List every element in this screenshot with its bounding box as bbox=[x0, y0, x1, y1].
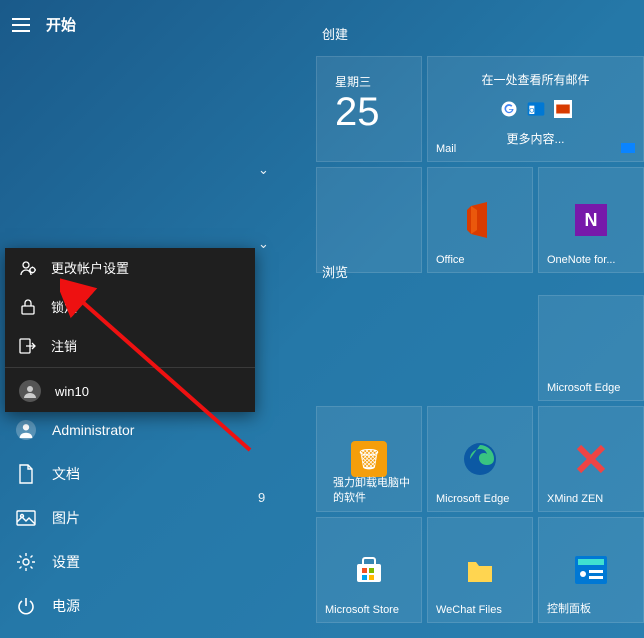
onenote-icon: N bbox=[575, 204, 607, 236]
tile-wechat[interactable]: WeChat Files bbox=[427, 517, 533, 623]
menu-lock[interactable]: 锁定 bbox=[5, 287, 255, 326]
chevron-down-icon[interactable]: ⌄ bbox=[258, 162, 269, 178]
sidebar-label: 文档 bbox=[52, 464, 80, 484]
tile-edge2[interactable]: Microsoft Edge bbox=[427, 406, 533, 512]
section-create: 创建 bbox=[322, 24, 348, 43]
sidebar-power[interactable]: 电源 bbox=[0, 584, 250, 628]
uninstall-icon: 🗑 bbox=[351, 441, 387, 477]
tile-edge[interactable]: Microsoft Edge bbox=[538, 295, 644, 401]
badge: 9 bbox=[258, 490, 265, 505]
store-icon bbox=[353, 554, 385, 586]
sidebar-label: 设置 bbox=[52, 552, 80, 572]
sidebar-label: 电源 bbox=[52, 596, 80, 616]
svg-text:O: O bbox=[529, 107, 534, 114]
tile-control-panel[interactable]: 控制面板 bbox=[538, 517, 644, 623]
xmind-icon bbox=[575, 443, 607, 475]
picture-icon bbox=[16, 508, 36, 528]
sign-out-icon bbox=[19, 337, 37, 355]
tile-xmind[interactable]: XMind ZEN bbox=[538, 406, 644, 512]
gear-icon bbox=[16, 552, 36, 572]
tile-label: Mail bbox=[436, 143, 456, 155]
menu-label: 更改帐户设置 bbox=[51, 258, 129, 277]
avatar-icon bbox=[19, 380, 41, 402]
user-context-menu: 更改帐户设置 锁定 注销 win10 bbox=[5, 248, 255, 412]
sidebar-admin[interactable]: Administrator bbox=[0, 408, 250, 452]
menu-label: 锁定 bbox=[51, 297, 77, 316]
tile-label: Office bbox=[436, 254, 465, 266]
tile-onenote[interactable]: N OneNote for... bbox=[538, 167, 644, 273]
menu-sign-out[interactable]: 注销 bbox=[5, 326, 255, 365]
mail-more: 更多内容... bbox=[506, 130, 564, 147]
start-title: 开始 bbox=[46, 14, 76, 35]
tile-mail[interactable]: 在一处查看所有邮件 O 更多内容... Mail bbox=[427, 56, 644, 162]
tile-label: Microsoft Store bbox=[325, 604, 399, 616]
tile-label: 强力卸载电脑中的软件 bbox=[325, 476, 421, 505]
document-icon bbox=[16, 464, 36, 484]
sidebar-documents[interactable]: 文档 bbox=[0, 452, 250, 496]
tile-label: Microsoft Edge bbox=[436, 493, 509, 505]
edge-icon bbox=[462, 441, 498, 477]
tile-office[interactable]: Office bbox=[427, 167, 533, 273]
menu-divider bbox=[5, 367, 255, 368]
tile-store[interactable]: Microsoft Store bbox=[316, 517, 422, 623]
mail-provider-icons: O bbox=[500, 100, 572, 118]
tile-label: Microsoft Edge bbox=[547, 382, 620, 394]
control-panel-icon bbox=[575, 556, 607, 584]
tile-label: OneNote for... bbox=[547, 254, 615, 266]
hamburger-menu[interactable] bbox=[12, 18, 30, 32]
tile-calendar[interactable]: 星期三 25 bbox=[316, 56, 422, 162]
calendar-day: 星期三 bbox=[335, 73, 421, 90]
sidebar-settings[interactable]: 设置 bbox=[0, 540, 250, 584]
menu-user[interactable]: win10 bbox=[5, 370, 255, 412]
mail-header: 在一处查看所有邮件 bbox=[481, 71, 589, 88]
lock-icon bbox=[19, 298, 37, 316]
calendar-date: 25 bbox=[335, 92, 421, 132]
office-icon bbox=[463, 200, 497, 240]
menu-label: 注销 bbox=[51, 336, 77, 355]
user-icon bbox=[16, 420, 36, 440]
tile-label: XMind ZEN bbox=[547, 493, 603, 505]
tile-label: 控制面板 bbox=[547, 600, 591, 616]
tile-uninstall[interactable]: 🗑 强力卸载电脑中的软件 bbox=[316, 406, 422, 512]
menu-user-label: win10 bbox=[55, 384, 89, 399]
chevron-down-icon[interactable]: ⌄ bbox=[258, 236, 269, 252]
folder-icon bbox=[466, 554, 494, 586]
mail-icon bbox=[621, 143, 635, 153]
menu-change-account[interactable]: 更改帐户设置 bbox=[5, 248, 255, 287]
start-sidebar: Administrator 文档 图片 设置 电源 bbox=[0, 408, 250, 628]
sidebar-pictures[interactable]: 图片 bbox=[0, 496, 250, 540]
sidebar-label: 图片 bbox=[52, 508, 80, 528]
account-settings-icon bbox=[19, 259, 37, 277]
tile-empty[interactable] bbox=[316, 167, 422, 273]
sidebar-label: Administrator bbox=[52, 422, 134, 438]
tile-label: WeChat Files bbox=[436, 604, 502, 616]
power-icon bbox=[16, 596, 36, 616]
